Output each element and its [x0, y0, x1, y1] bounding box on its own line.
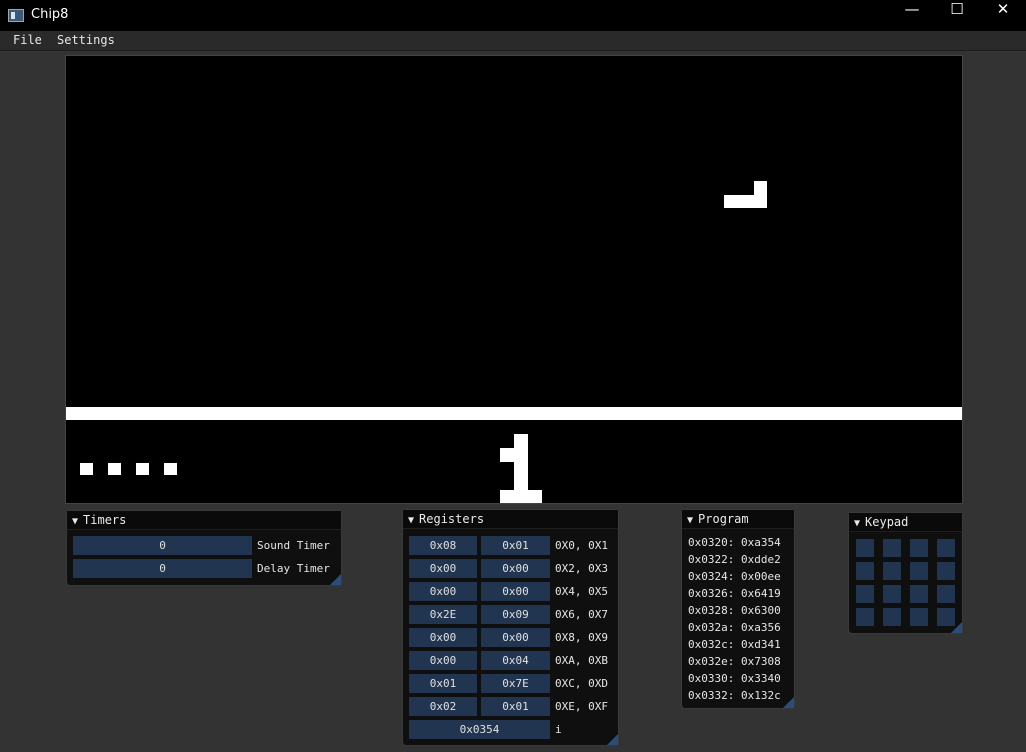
program-line: 0x032c: 0xd341	[688, 638, 781, 651]
resize-grip[interactable]	[951, 622, 962, 633]
program-line: 0x032a: 0xa356	[688, 621, 781, 634]
register-value-field[interactable]: 0x00	[409, 651, 477, 670]
register-pair-label: 0X6, 0X7	[555, 608, 608, 621]
registers-title: Registers	[419, 512, 485, 526]
app-icon	[8, 9, 24, 22]
sprite-life	[136, 463, 149, 475]
delay-timer-field[interactable]: 0	[73, 559, 252, 578]
program-panel: ▼ Program 0x0320: 0xa354 0x0322: 0xdde2 0x0…	[681, 509, 795, 709]
sprite-digit-stem	[514, 434, 528, 490]
registers-header[interactable]: ▼ Registers	[403, 510, 618, 529]
keypad-key[interactable]	[856, 608, 874, 626]
keypad-key[interactable]	[910, 539, 928, 557]
title-bar: Chip8 — ☐ ✕	[0, 0, 1026, 32]
sprite-paddle	[724, 195, 767, 208]
keypad-header[interactable]: ▼ Keypad	[849, 513, 962, 532]
keypad-key[interactable]	[856, 539, 874, 557]
keypad-key[interactable]	[883, 585, 901, 603]
register-value-field[interactable]: 0x2E	[409, 605, 477, 624]
sound-timer-label: Sound Timer	[257, 539, 330, 552]
collapse-arrow-icon: ▼	[72, 516, 79, 527]
register-pair-label: 0X0, 0X1	[555, 539, 608, 552]
delay-timer-label: Delay Timer	[257, 562, 330, 575]
program-line: 0x0332: 0x132c	[688, 689, 781, 702]
timers-header[interactable]: ▼ Timers	[67, 511, 341, 530]
maximize-button[interactable]: ☐	[934, 0, 980, 31]
index-register-field[interactable]: 0x0354	[409, 720, 550, 739]
keypad-key[interactable]	[910, 608, 928, 626]
collapse-arrow-icon: ▼	[687, 515, 694, 526]
collapse-arrow-icon: ▼	[854, 518, 861, 529]
keypad-key[interactable]	[856, 562, 874, 580]
sprite-life	[164, 463, 177, 475]
index-register-label: i	[555, 723, 562, 736]
sound-timer-field[interactable]: 0	[73, 536, 252, 555]
program-line: 0x0324: 0x00ee	[688, 570, 781, 583]
program-line: 0x0326: 0x6419	[688, 587, 781, 600]
sprite-paddle-top	[754, 181, 767, 195]
collapse-arrow-icon: ▼	[408, 515, 415, 526]
window-title: Chip8	[31, 7, 69, 22]
keypad-key[interactable]	[937, 539, 955, 557]
menu-settings[interactable]: Settings	[57, 33, 115, 47]
register-pair-label: 0X4, 0X5	[555, 585, 608, 598]
resize-grip[interactable]	[607, 734, 618, 745]
keypad-panel: ▼ Keypad	[848, 512, 963, 634]
register-pair-label: 0X8, 0X9	[555, 631, 608, 644]
register-pair-label: 0XC, 0XD	[555, 677, 608, 690]
register-value-field[interactable]: 0x09	[481, 605, 550, 624]
sprite-life	[80, 463, 93, 475]
register-value-field[interactable]: 0x08	[409, 536, 477, 555]
register-value-field[interactable]: 0x00	[409, 628, 477, 647]
register-value-field[interactable]: 0x01	[481, 536, 550, 555]
registers-panel: ▼ Registers 0x08 0x01 0X0, 0X1 0x00 0x00 0X2, …	[402, 509, 619, 746]
keypad-key[interactable]	[910, 585, 928, 603]
keypad-key[interactable]	[856, 585, 874, 603]
register-value-field[interactable]: 0x02	[409, 697, 477, 716]
menu-bar: File Settings	[0, 31, 1026, 51]
sprite-life	[108, 463, 121, 475]
sprite-digit-base	[500, 490, 542, 503]
program-line: 0x0322: 0xdde2	[688, 553, 781, 566]
program-line: 0x032e: 0x7308	[688, 655, 781, 668]
keypad-key[interactable]	[883, 608, 901, 626]
register-value-field[interactable]: 0x01	[409, 674, 477, 693]
keypad-title: Keypad	[865, 515, 909, 529]
resize-grip[interactable]	[330, 574, 341, 585]
timers-panel: ▼ Timers 0 Sound Timer 0 Delay Timer	[66, 510, 342, 586]
register-value-field[interactable]: 0x01	[481, 697, 550, 716]
chip8-display	[65, 55, 963, 504]
register-pair-label: 0XE, 0XF	[555, 700, 608, 713]
keypad-key[interactable]	[883, 539, 901, 557]
sprite-floor-line	[66, 407, 962, 420]
menu-file[interactable]: File	[13, 33, 42, 47]
resize-grip[interactable]	[783, 697, 794, 708]
register-pair-label: 0X2, 0X3	[555, 562, 608, 575]
register-value-field[interactable]: 0x04	[481, 651, 550, 670]
keypad-key[interactable]	[883, 562, 901, 580]
register-pair-label: 0XA, 0XB	[555, 654, 608, 667]
sprite-digit-flag	[500, 448, 514, 462]
keypad-key[interactable]	[937, 562, 955, 580]
register-value-field[interactable]: 0x00	[481, 559, 550, 578]
register-value-field[interactable]: 0x00	[481, 628, 550, 647]
register-value-field[interactable]: 0x00	[409, 582, 477, 601]
program-title: Program	[698, 512, 749, 526]
program-line: 0x0320: 0xa354	[688, 536, 781, 549]
program-header[interactable]: ▼ Program	[682, 510, 794, 529]
register-value-field[interactable]: 0x00	[481, 582, 550, 601]
keypad-key[interactable]	[937, 585, 955, 603]
timers-title: Timers	[83, 513, 127, 527]
minimize-button[interactable]: —	[889, 0, 935, 31]
program-line: 0x0328: 0x6300	[688, 604, 781, 617]
keypad-key[interactable]	[910, 562, 928, 580]
register-value-field[interactable]: 0x00	[409, 559, 477, 578]
program-line: 0x0330: 0x3340	[688, 672, 781, 685]
register-value-field[interactable]: 0x7E	[481, 674, 550, 693]
close-button[interactable]: ✕	[980, 0, 1026, 31]
